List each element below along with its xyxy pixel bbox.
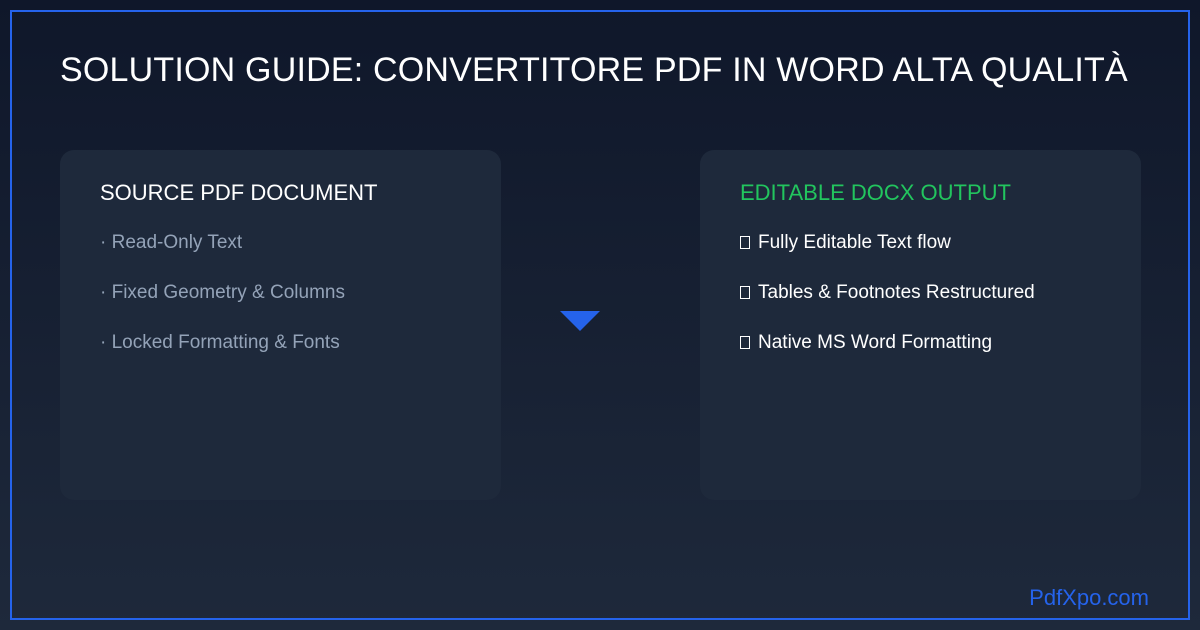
output-list: Fully Editable Text flow Tables & Footno… [740, 232, 1101, 354]
source-list: · Read-Only Text · Fixed Geometry & Colu… [100, 232, 461, 354]
source-item-locked-formatting: · Locked Formatting & Fonts [100, 332, 340, 353]
brand-link[interactable]: PdfXpo.com [1029, 585, 1149, 611]
output-heading: EDITABLE DOCX OUTPUT [740, 180, 1011, 205]
output-item-tables-footnotes: Tables & Footnotes Restructured [740, 282, 1101, 304]
check-box-icon [740, 236, 750, 249]
source-item-fixed-geometry: · Fixed Geometry & Columns [100, 282, 345, 303]
source-item-read-only: · Read-Only Text [100, 232, 243, 253]
check-box-icon [740, 286, 750, 299]
output-item-native-formatting: Native MS Word Formatting [740, 332, 1101, 354]
output-item-editable-text: Fully Editable Text flow [740, 232, 1101, 254]
source-panel: SOURCE PDF DOCUMENT · Read-Only Text · F… [60, 150, 501, 500]
output-item-label: Tables & Footnotes Restructured [758, 282, 1035, 303]
check-box-icon [740, 336, 750, 349]
output-panel: EDITABLE DOCX OUTPUT Fully Editable Text… [700, 150, 1141, 500]
source-heading: SOURCE PDF DOCUMENT [100, 180, 378, 205]
output-item-label: Native MS Word Formatting [758, 332, 993, 353]
arrow-down-icon [560, 311, 600, 331]
output-item-label: Fully Editable Text flow [758, 232, 951, 253]
canvas: SOLUTION GUIDE: CONVERTITORE PDF IN WORD… [0, 0, 1200, 630]
page-title: SOLUTION GUIDE: CONVERTITORE PDF IN WORD… [60, 51, 1128, 89]
